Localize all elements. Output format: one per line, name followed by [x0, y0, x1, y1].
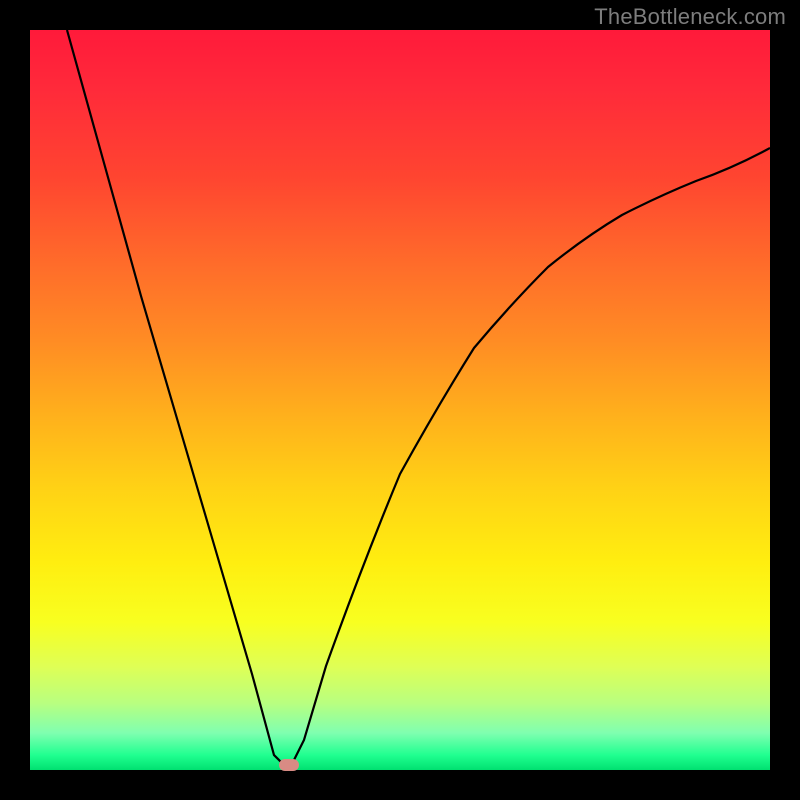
bottleneck-curve: [30, 30, 770, 770]
watermark-text: TheBottleneck.com: [594, 4, 786, 30]
optimal-point-marker: [279, 759, 299, 771]
plot-area: [30, 30, 770, 770]
chart-frame: TheBottleneck.com: [0, 0, 800, 800]
